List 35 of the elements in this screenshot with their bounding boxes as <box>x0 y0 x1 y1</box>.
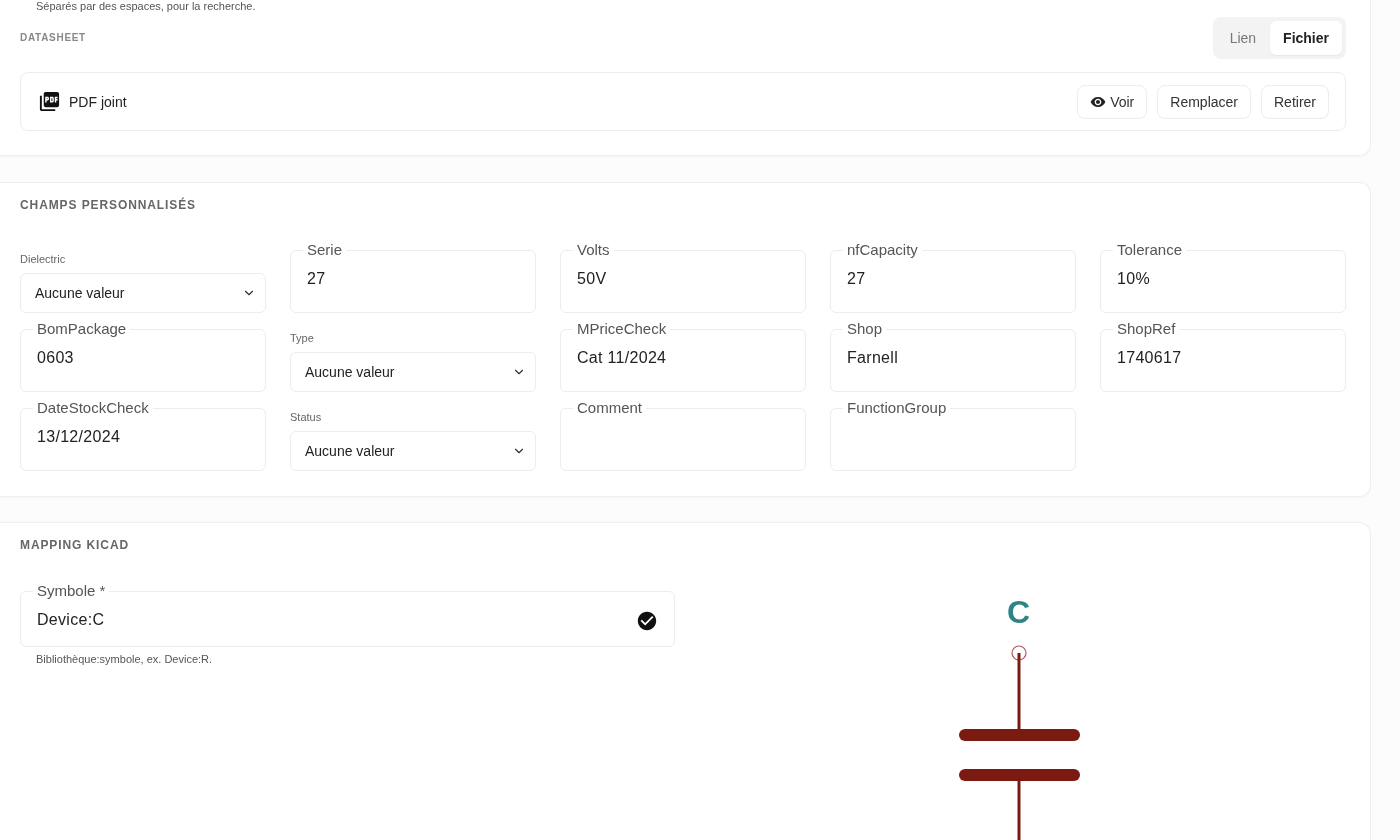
field-label: FunctionGroup <box>843 399 951 417</box>
field-value: 27 <box>307 269 326 289</box>
field-value: 50V <box>577 269 607 289</box>
field-value: 1740617 <box>1117 348 1182 368</box>
field-label: ShopRef <box>1113 320 1180 338</box>
field-value: 10% <box>1117 269 1150 289</box>
section-title: CHAMPS PERSONNALISÉS <box>20 198 197 212</box>
field-value: 27 <box>847 269 866 289</box>
file-name: PDF joint <box>69 93 127 110</box>
file-action-button[interactable]: Remplacer <box>1157 84 1251 119</box>
select-field[interactable]: Aucune valeur <box>290 352 536 392</box>
select-field[interactable]: Aucune valeur <box>290 431 536 471</box>
pdf-icon <box>38 90 61 113</box>
section-title: MAPPING KICAD <box>20 538 130 552</box>
file-action-button[interactable]: Voir <box>1077 84 1148 119</box>
field-hint: Bibliothèque:symbole, ex. Device:R. <box>35 653 213 666</box>
select-field[interactable]: Aucune valeur <box>20 273 266 313</box>
field-value: Cat 11/2024 <box>577 348 667 368</box>
field-value: Farnell <box>847 348 898 368</box>
field-label: Symbole * <box>33 582 110 600</box>
toggle-tab[interactable]: Fichier <box>1270 21 1342 55</box>
field-label: BomPackage <box>33 320 131 338</box>
hint-text: Séparés par des espaces, pour la recherche. <box>35 0 256 13</box>
field-label: Status <box>290 410 322 424</box>
field-label: Dielectric <box>20 252 66 266</box>
file-action-button[interactable]: Retirer <box>1261 84 1329 119</box>
field-label: nfCapacity <box>843 241 922 259</box>
field-value: Device:C <box>37 610 105 630</box>
toggle-tab[interactable]: Lien <box>1216 21 1270 55</box>
field-label: Shop <box>843 320 887 338</box>
field-label: Type <box>290 331 314 345</box>
section-title: DATASHEET <box>20 32 86 44</box>
reference-label: C <box>1006 594 1031 630</box>
field-value: 0603 <box>37 348 74 368</box>
field-value: 13/12/2024 <box>37 427 121 447</box>
